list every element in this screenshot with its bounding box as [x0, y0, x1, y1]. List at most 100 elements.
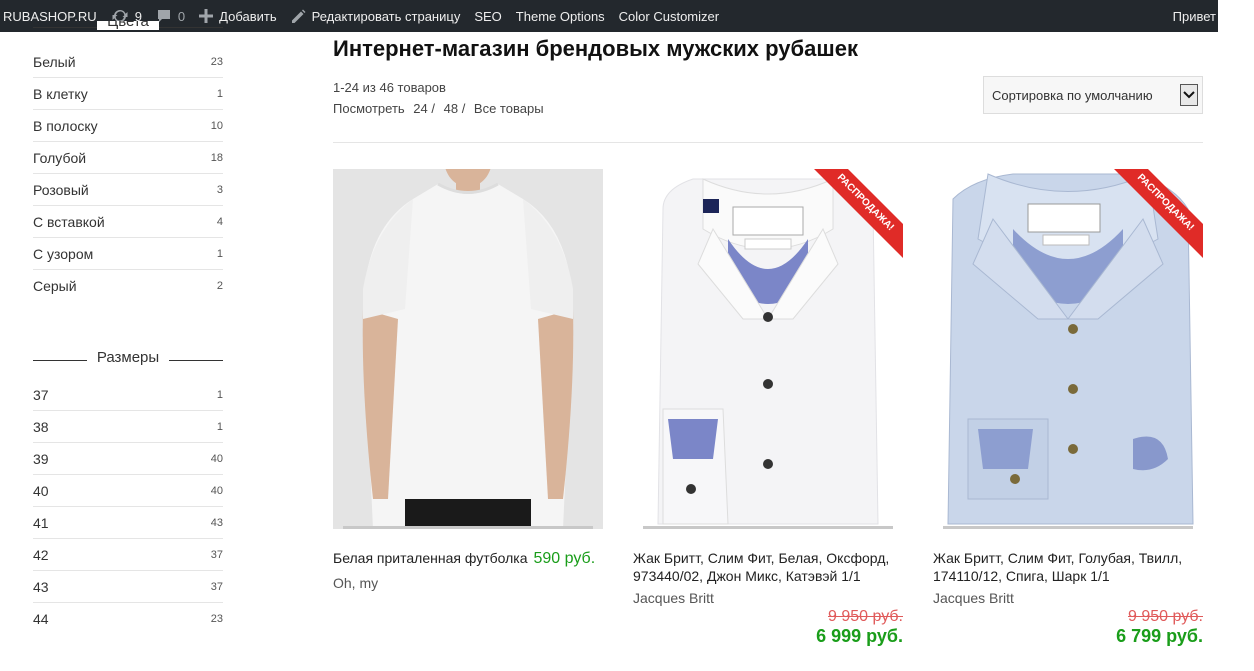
filter-count: 1: [216, 388, 223, 401]
filter-count: 1: [216, 247, 223, 260]
filter-count: 23: [210, 613, 223, 625]
colors-filter-list: Белый 23 В клетку 1 В полоску 10 Голубой 18 …: [33, 46, 223, 302]
product-card[interactable]: РАСПРОДАЖА! Жак Бритт, Слим Фит, Голубая…: [933, 169, 1203, 647]
seo-label: SEO: [474, 8, 502, 24]
add-new-label: Добавить: [219, 8, 277, 24]
filter-label: С узором: [33, 245, 94, 262]
avatar: [1218, 0, 1254, 32]
product-title[interactable]: Белая приталенная футболка 590 руб.: [333, 549, 603, 568]
product-title[interactable]: Жак Бритт, Слим Фит, Голубая, Твилл, 174…: [933, 549, 1203, 585]
filter-item-color[interactable]: С узором 1: [33, 238, 223, 270]
filter-item-size[interactable]: 37 1: [33, 379, 223, 411]
filter-count: 23: [210, 55, 223, 68]
product-brand: Jacques Britt: [633, 590, 714, 606]
filter-count: 37: [210, 548, 223, 561]
per-page-all-link[interactable]: Все товары: [474, 101, 544, 116]
filter-item-color[interactable]: С вставкой 4: [33, 206, 223, 238]
filter-item-color[interactable]: Голубой 18: [33, 142, 223, 174]
main-content: Интернет-магазин брендовых мужских рубаш…: [333, 32, 1203, 646]
sale-badge-text: РАСПРОДАЖА!: [1113, 169, 1203, 259]
filter-count: 43: [210, 516, 223, 529]
filter-label: Розовый: [33, 181, 89, 198]
product-card[interactable]: Белая приталенная футболка 590 руб. Oh, …: [333, 169, 603, 591]
product-image[interactable]: РАСПРОДАЖА!: [933, 169, 1203, 529]
sale-badge-text: РАСПРОДАЖА!: [813, 169, 903, 259]
filter-label: 43: [33, 578, 49, 595]
filter-item-size[interactable]: 41 43: [33, 507, 223, 539]
image-shadow: [943, 526, 1193, 529]
filter-count: 2: [216, 280, 223, 292]
page-title: Интернет-магазин брендовых мужских рубаш…: [333, 36, 858, 61]
product-image[interactable]: РАСПРОДАЖА!: [633, 169, 903, 529]
filter-count: 3: [216, 183, 223, 196]
per-page-24-link[interactable]: 24: [413, 101, 427, 116]
filter-item-color[interactable]: Розовый 3: [33, 174, 223, 206]
filter-item-size[interactable]: 43 37: [33, 571, 223, 603]
filter-item-size[interactable]: 42 37: [33, 539, 223, 571]
sort-select[interactable]: Сортировка по умолчанию: [983, 76, 1203, 114]
edit-page-label: Редактировать страницу: [311, 8, 461, 24]
sale-badge: РАСПРОДАЖА!: [1113, 169, 1203, 259]
separator: /: [458, 101, 469, 116]
sizes-filter-list: 37 1 38 1 39 40 40 40 41 43 42 37 43 37 44 23: [33, 379, 223, 635]
product-price: 590 руб.: [533, 550, 596, 567]
sidebar: Цвета Белый 23 В клетку 1 В полоску 10 Голу…: [33, 21, 223, 635]
filter-label: 40: [33, 482, 49, 499]
filter-count: 18: [210, 151, 223, 164]
filter-label: В клетку: [33, 85, 88, 102]
sale-badge: РАСПРОДАЖА!: [813, 169, 903, 259]
filter-count: 10: [210, 119, 223, 132]
filter-count: 40: [210, 484, 223, 497]
filter-label: 42: [33, 546, 49, 563]
per-page-label: Посмотреть: [333, 101, 405, 116]
filter-label: Серый: [33, 278, 77, 294]
product-image[interactable]: [333, 169, 603, 529]
filter-item-size[interactable]: 39 40: [33, 443, 223, 475]
filter-label: Голубой: [33, 149, 87, 166]
colors-title: Цвета: [97, 21, 159, 30]
color-customizer-link[interactable]: Color Customizer: [612, 0, 726, 32]
filter-item-size[interactable]: 38 1: [33, 411, 223, 443]
product-title-text[interactable]: Белая приталенная футболка: [333, 549, 528, 567]
filter-count: 1: [216, 87, 223, 100]
filter-count: 1: [216, 420, 223, 433]
edit-page-link[interactable]: Редактировать страницу: [284, 0, 468, 32]
filter-label: В полоску: [33, 117, 98, 134]
filter-item-color[interactable]: Серый 2: [33, 270, 223, 302]
product-card[interactable]: РАСПРОДАЖА! Жак Бритт, Слим Фит, Белая, …: [633, 169, 903, 647]
my-account-link[interactable]: Привет: [1166, 0, 1254, 32]
filter-label: 39: [33, 450, 49, 467]
image-shadow: [643, 526, 893, 529]
product-sale-price: 6 999 руб.: [816, 626, 903, 646]
filter-label: 37: [33, 386, 49, 403]
theme-options-link[interactable]: Theme Options: [509, 0, 612, 32]
filter-item-size[interactable]: 44 23: [33, 603, 223, 635]
per-page-48-link[interactable]: 48: [444, 101, 458, 116]
seo-link[interactable]: SEO: [467, 0, 508, 32]
filter-item-color[interactable]: Белый 23: [33, 46, 223, 78]
sort-select-value: Сортировка по умолчанию: [992, 87, 1153, 103]
greeting-label: Привет: [1172, 8, 1216, 24]
product-sale-price: 6 799 руб.: [1116, 626, 1203, 646]
colors-widget-title: Цвета: [33, 21, 223, 32]
product-brand: Jacques Britt: [933, 590, 1014, 606]
filter-item-color[interactable]: В полоску 10: [33, 110, 223, 142]
color-customizer-label: Color Customizer: [618, 8, 720, 24]
sizes-title: Размеры: [86, 349, 170, 366]
product-title[interactable]: Жак Бритт, Слим Фит, Белая, Оксфорд, 973…: [633, 549, 903, 585]
product-grid: Белая приталенная футболка 590 руб. Oh, …: [333, 169, 1203, 669]
tshirt-image: [333, 169, 603, 529]
filter-count: 40: [210, 452, 223, 465]
filter-label: 44: [33, 611, 49, 627]
filter-label: 38: [33, 418, 49, 435]
filter-item-size[interactable]: 40 40: [33, 475, 223, 507]
product-old-price: 9 950 руб.: [1128, 608, 1203, 625]
filter-label: 41: [33, 514, 49, 531]
chevron-down-icon[interactable]: [1180, 84, 1198, 106]
theme-options-label: Theme Options: [515, 8, 605, 24]
product-old-price: 9 950 руб.: [828, 608, 903, 625]
filter-count: 4: [216, 215, 223, 228]
product-brand: Oh, my: [333, 575, 379, 591]
filter-label: С вставкой: [33, 213, 105, 230]
filter-item-color[interactable]: В клетку 1: [33, 78, 223, 110]
